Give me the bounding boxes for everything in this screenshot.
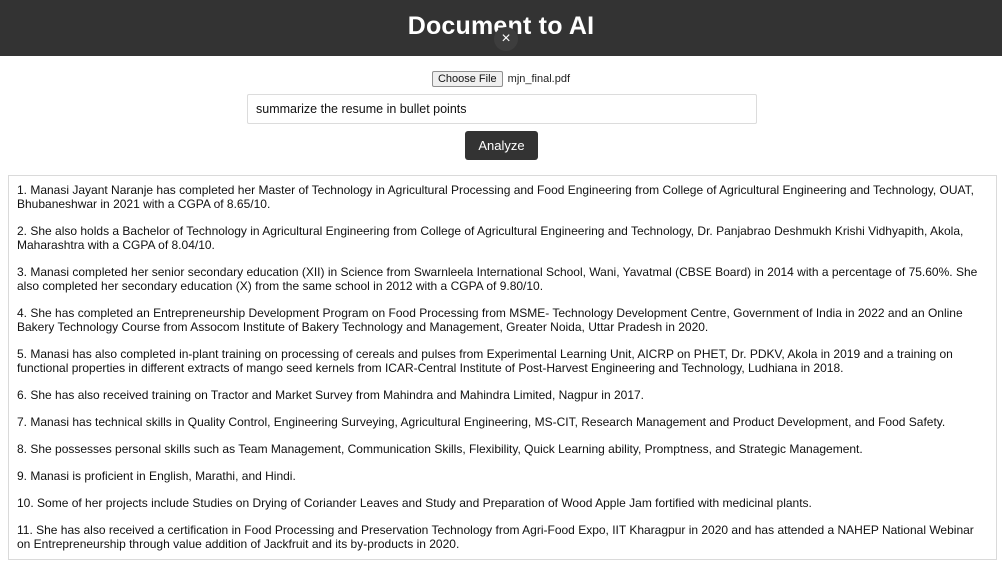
summary-item: 6. She has also received training on Tra… [17, 388, 644, 402]
summary-item: 4. She has completed an Entrepreneurship… [17, 306, 963, 334]
summary-item: 10. Some of her projects include Studies… [17, 496, 812, 510]
analyze-button[interactable]: Analyze [465, 131, 538, 160]
prompt-input[interactable]: summarize the resume in bullet points [247, 94, 757, 124]
summary-item: 1. Manasi Jayant Naranje has completed h… [17, 183, 974, 211]
app-header: Document to AI × [0, 0, 1002, 56]
summary-item: 3. Manasi completed her senior secondary… [17, 265, 978, 293]
summary-item: 11. She has also received a certificatio… [17, 523, 974, 551]
summary-item: 7. Manasi has technical skills in Qualit… [17, 415, 946, 429]
close-icon[interactable]: × [494, 27, 518, 51]
choose-file-button[interactable]: Choose File [431, 71, 503, 87]
summary-item: 5. Manasi has also completed in-plant tr… [17, 347, 953, 375]
summary-item: 8. She possesses personal skills such as… [17, 442, 863, 456]
result-panel: 1. Manasi Jayant Naranje has completed h… [8, 175, 997, 560]
file-upload-row: Choose File mjn_final.pdf [0, 71, 1002, 87]
summary-item: 2. She also holds a Bachelor of Technolo… [17, 224, 964, 252]
summary-item: 9. Manasi is proficient in English, Mara… [17, 469, 296, 483]
selected-file-name: mjn_final.pdf [507, 73, 571, 85]
